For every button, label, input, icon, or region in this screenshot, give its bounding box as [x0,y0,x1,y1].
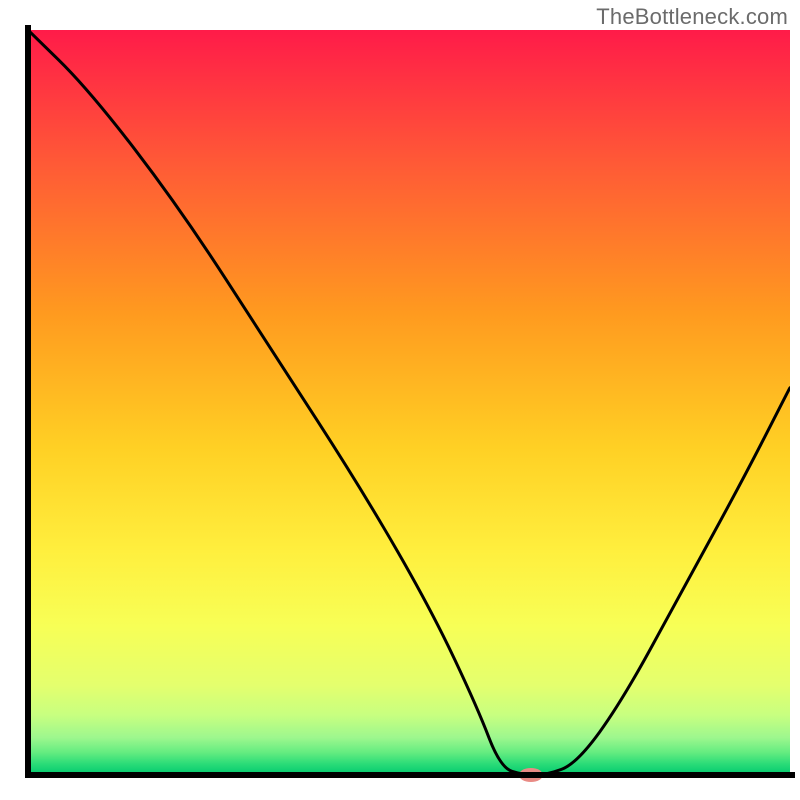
chart-svg [0,0,800,800]
chart-frame: TheBottleneck.com [0,0,800,800]
attribution-text: TheBottleneck.com [596,4,788,30]
gradient-background [28,30,790,775]
